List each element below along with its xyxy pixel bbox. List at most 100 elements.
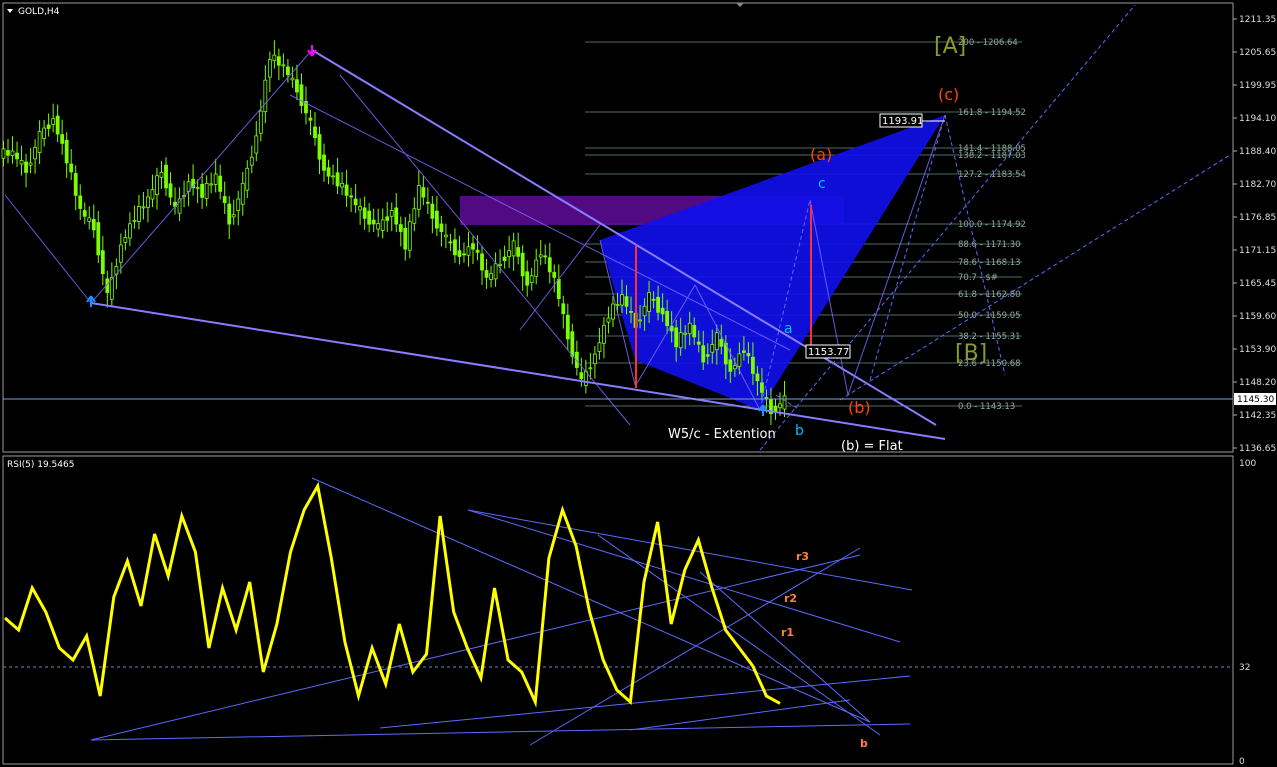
candle-body (692, 324, 697, 338)
candle-body (1, 148, 6, 159)
rsi-series-line (4, 481, 781, 708)
candle-body (371, 219, 376, 225)
candle-body (457, 250, 462, 257)
candle-body (218, 175, 223, 192)
price-tick-label: 1153.90 (1239, 345, 1276, 355)
candle-body (611, 303, 615, 320)
price-tick-label: 1194.10 (1239, 114, 1276, 124)
candle-body (258, 110, 263, 134)
candle-body (222, 196, 227, 203)
rsi-b-label: b (860, 737, 868, 750)
current-price-value: 1145.30 (1237, 395, 1274, 405)
candle-body (732, 365, 737, 370)
wave-A-label: [A] (934, 34, 966, 59)
candle-body (254, 135, 259, 154)
price-tick-label: 1182.70 (1239, 180, 1276, 190)
candle-body (204, 183, 209, 199)
wave-b-label: (b) (848, 398, 871, 417)
candle-body (295, 79, 299, 93)
price-tick-label: 1199.95 (1239, 81, 1276, 91)
price-tick-label: 1136.65 (1239, 444, 1276, 454)
candle-body (91, 219, 96, 231)
rsi-panel-frame (2, 455, 1234, 765)
candle-body (782, 395, 787, 410)
candle-body (42, 127, 47, 139)
candle-body (471, 243, 475, 250)
candle-body (340, 183, 344, 188)
candle-body (132, 220, 137, 222)
price-tick-label: 1171.15 (1239, 246, 1276, 256)
candle-body (195, 187, 200, 189)
candle-body (263, 79, 268, 113)
candle-body (606, 317, 611, 323)
candle-body (380, 219, 385, 231)
fib-level-label: 200 - 1206.64 (958, 38, 1018, 48)
candle-body (46, 124, 51, 129)
price-tick-label: 1142.35 (1239, 411, 1276, 421)
rsi-trendlines[interactable] (90, 477, 913, 746)
candle-body (656, 296, 661, 313)
rsi-r2-label: r2 (784, 592, 797, 605)
price-box-1153-text: 1153.77 (808, 347, 849, 358)
candle-body (389, 210, 394, 217)
candle-body (425, 201, 430, 204)
candle-body (55, 115, 60, 135)
candle-body (15, 152, 19, 160)
candle-body (150, 189, 155, 200)
fib-level-label: 100.0 - 1174.92 (958, 220, 1026, 230)
candle-body (317, 134, 322, 160)
candle-body (313, 126, 317, 139)
candle-body (231, 214, 236, 218)
candle-body (200, 183, 205, 198)
candle-body (556, 279, 561, 299)
candle-body (764, 397, 769, 399)
candle-body (82, 210, 87, 217)
candle-body (453, 239, 457, 256)
candle-body (137, 205, 141, 222)
candle-body (10, 150, 15, 157)
candle-body (674, 327, 679, 348)
candle-body (516, 247, 521, 257)
candle-body (760, 382, 764, 393)
candle-body (299, 84, 304, 106)
price-tick-label: 1211.35 (1239, 15, 1276, 25)
price-tick-label: 1188.40 (1239, 147, 1276, 157)
rsi-axis-0: 0 (1239, 757, 1245, 767)
candle-body (290, 77, 295, 81)
candle-body (502, 256, 507, 262)
chart-window[interactable]: GOLD,H4 RSI(5) 19.5465 200 - 1206.64 161.… (0, 0, 1277, 767)
candle-body (484, 270, 489, 278)
candle-body (448, 241, 453, 244)
candle-body (462, 253, 466, 256)
up-arrow-icon (86, 295, 96, 307)
candle-body (570, 331, 575, 357)
candle-body (155, 175, 159, 196)
symbol-dropdown-icon[interactable] (7, 9, 13, 13)
candle-body (624, 296, 629, 307)
candle-body (240, 183, 245, 205)
candle-body (51, 118, 56, 125)
panel-split-icon[interactable] (736, 3, 744, 7)
candle-body (213, 173, 218, 185)
candle-body (638, 319, 642, 322)
candle-body (597, 342, 602, 352)
candle-body (629, 311, 633, 313)
candle-body (529, 275, 534, 284)
candle-body (737, 353, 742, 367)
flat-label: (b) = Flat (841, 439, 903, 454)
candle-body (705, 354, 710, 357)
wave-a-label: (a) (810, 145, 832, 164)
candle-body (141, 206, 146, 209)
fib-level-label: 88.6 - 1171.30 (958, 240, 1021, 250)
candle-body (778, 403, 782, 409)
candle-body (168, 183, 173, 198)
candle-body (493, 263, 498, 280)
candle-body (421, 187, 426, 198)
chart-canvas[interactable]: GOLD,H4 RSI(5) 19.5465 200 - 1206.64 161.… (0, 0, 1277, 767)
w5-extension-label: W5/c - Extention (668, 427, 776, 442)
rsi-title: RSI(5) 19.5465 (7, 460, 74, 470)
candle-body (33, 146, 37, 160)
candle-body (466, 246, 471, 256)
candle-body (398, 224, 403, 232)
price-tick-label: 1159.60 (1239, 312, 1276, 322)
